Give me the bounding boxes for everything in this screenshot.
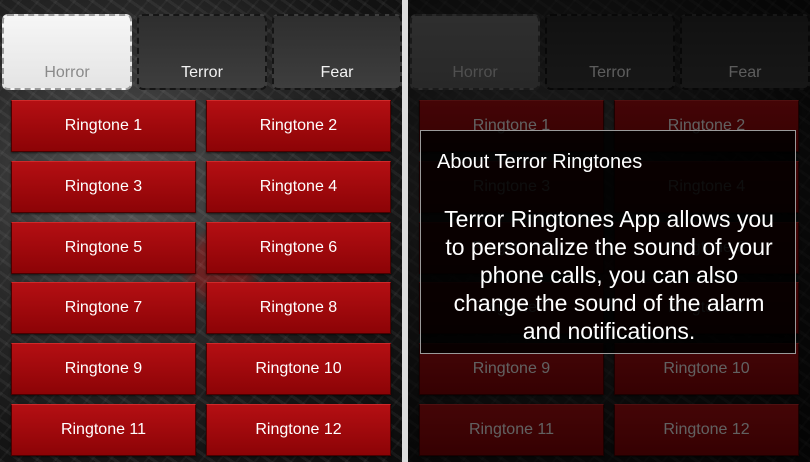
dialog-line: and notifications. xyxy=(522,318,696,344)
tab-terror[interactable]: Terror xyxy=(137,14,267,90)
ringtone-button-11[interactable]: Ringtone 11 xyxy=(11,404,196,456)
tab-fear[interactable]: Fear xyxy=(272,14,402,90)
ringtone-button-7[interactable]: Ringtone 7 xyxy=(11,282,196,334)
screen-about-dialog: Horror Terror Fear Ringtone 1 Ringtone 2… xyxy=(408,0,810,462)
dialog-line: Terror Ringtones App allows you xyxy=(444,206,774,232)
tab-bar: Horror Terror Fear xyxy=(0,0,402,92)
ringtone-button-6[interactable]: Ringtone 6 xyxy=(206,222,391,274)
ringtone-button-10[interactable]: Ringtone 10 xyxy=(206,343,391,395)
ringtone-button-1[interactable]: Ringtone 1 xyxy=(11,100,196,152)
screen-ringtone-list: Horror Terror Fear Ringtone 1 Ringtone 2… xyxy=(0,0,402,462)
dialog-line: change the sound of the alarm xyxy=(453,290,765,316)
dialog-title: About Terror Ringtones xyxy=(437,151,643,173)
about-dialog: About Terror Ringtones Terror Ringtones … xyxy=(420,130,796,354)
dialog-message: Terror Ringtones App allows you to perso… xyxy=(421,205,797,345)
dialog-line: phone calls, you can also xyxy=(479,262,739,288)
ringtone-button-3[interactable]: Ringtone 3 xyxy=(11,161,196,213)
ringtone-button-9[interactable]: Ringtone 9 xyxy=(11,343,196,395)
tab-horror[interactable]: Horror xyxy=(2,14,132,90)
ringtone-button-2[interactable]: Ringtone 2 xyxy=(206,100,391,152)
dialog-line: to personalize the sound of your xyxy=(445,234,773,260)
ringtone-button-5[interactable]: Ringtone 5 xyxy=(11,222,196,274)
ringtone-button-12[interactable]: Ringtone 12 xyxy=(206,404,391,456)
ringtone-grid: Ringtone 1 Ringtone 2 Ringtone 3 Rington… xyxy=(0,92,402,462)
ringtone-button-8[interactable]: Ringtone 8 xyxy=(206,282,391,334)
ringtone-button-4[interactable]: Ringtone 4 xyxy=(206,161,391,213)
